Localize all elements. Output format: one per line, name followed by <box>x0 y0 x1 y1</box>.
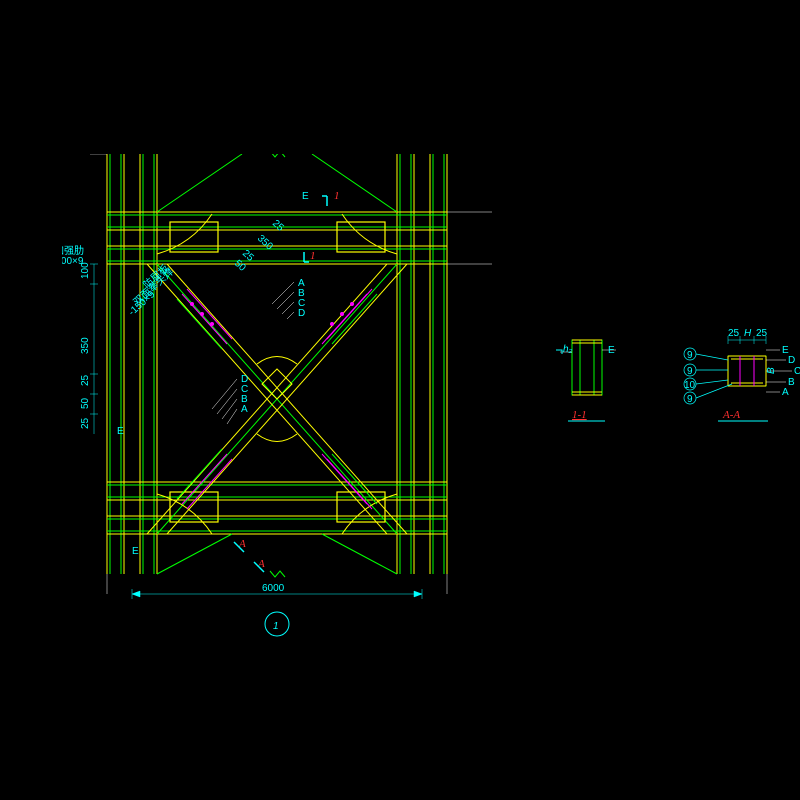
dim-top-25: 25 <box>270 218 286 234</box>
dim-50: 50 <box>80 397 91 409</box>
dim-25b: 25 <box>80 417 91 429</box>
bubble-9a: 9 <box>687 350 693 361</box>
section-1-top: 1 <box>334 190 340 202</box>
section-11-view: E h₂ 1-1 <box>550 330 630 440</box>
label-A-mid: A <box>241 404 248 415</box>
AA-dimH: H <box>744 328 752 339</box>
AA-D: D <box>788 355 795 366</box>
label-E-left: E <box>117 426 124 437</box>
AA-dim25a: 25 <box>728 328 740 339</box>
sec11-E: E <box>608 345 615 356</box>
label-E-btm: E <box>132 546 139 557</box>
bubble-10: 10 <box>684 380 696 391</box>
main-elevation-view: A B C D D C B A E E E 1 1 A A 加强肋 -100×9… <box>62 154 492 644</box>
label-E-top: E <box>302 191 309 202</box>
AA-dimB: B <box>766 367 777 374</box>
AA-B: B <box>788 377 795 388</box>
section-AA-view: 9 9 10 9 E D C B A 25 H 25 B A-A <box>668 318 800 443</box>
elevation-svg: A B C D D C B A E E E 1 1 A A 加强肋 -100×9… <box>62 154 492 644</box>
AA-C: C <box>794 366 800 377</box>
secAA-title: A-A <box>722 409 740 421</box>
dim-100: 100 <box>80 262 91 279</box>
bubble-9c: 9 <box>687 394 693 405</box>
view-bubble-1: 1 <box>273 621 279 632</box>
dim-25a: 25 <box>80 374 91 386</box>
dim-350: 350 <box>80 337 91 354</box>
AA-A: A <box>782 387 789 398</box>
label-D-top: D <box>298 308 305 319</box>
sec11-title: 1-1 <box>572 409 587 421</box>
dim-span: 6000 <box>262 583 285 594</box>
section-1-btm: 1 <box>310 250 316 262</box>
sec11-hx: h₂ <box>563 344 573 355</box>
bubble-9b: 9 <box>687 366 693 377</box>
dim-top-350: 350 <box>255 233 275 253</box>
AA-dim25b: 25 <box>756 328 768 339</box>
